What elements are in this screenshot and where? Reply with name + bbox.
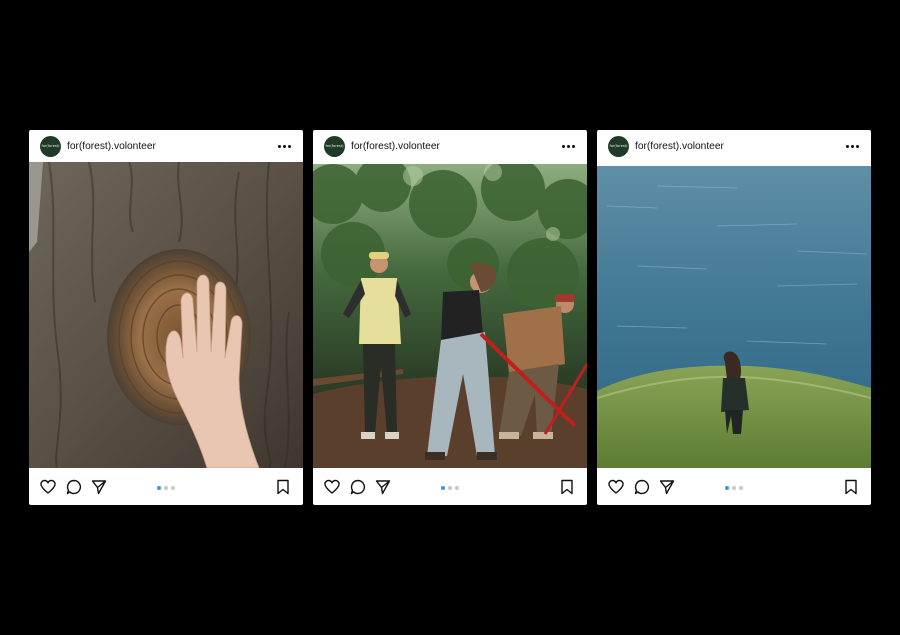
- bookmark-icon[interactable]: [559, 479, 575, 495]
- more-options-icon[interactable]: [278, 141, 291, 151]
- heart-icon[interactable]: [40, 479, 56, 495]
- comment-icon[interactable]: [66, 479, 82, 495]
- post-actions: [313, 469, 587, 505]
- post-card: for(forest) for(forest).volonteer: [29, 130, 303, 505]
- post-photo-sea-cliff[interactable]: [597, 166, 871, 468]
- username[interactable]: for(forest).volonteer: [635, 141, 724, 152]
- share-icon[interactable]: [659, 479, 675, 495]
- username[interactable]: for(forest).volonteer: [351, 141, 440, 152]
- post-header: for(forest) for(forest).volonteer: [597, 130, 871, 162]
- post-photo-tree-bark[interactable]: [29, 162, 303, 468]
- avatar[interactable]: for(forest): [324, 135, 345, 157]
- share-icon[interactable]: [375, 479, 391, 495]
- comment-icon[interactable]: [350, 479, 366, 495]
- post-card: for(forest) for(forest).volonteer: [313, 130, 587, 505]
- more-options-icon[interactable]: [562, 141, 575, 151]
- comment-icon[interactable]: [634, 479, 650, 495]
- heart-icon[interactable]: [608, 479, 624, 495]
- avatar[interactable]: for(forest): [40, 135, 61, 157]
- bookmark-icon[interactable]: [275, 479, 291, 495]
- carousel-indicator: [725, 486, 743, 490]
- heart-icon[interactable]: [324, 479, 340, 495]
- bookmark-icon[interactable]: [843, 479, 859, 495]
- username[interactable]: for(forest).volonteer: [67, 141, 156, 152]
- post-actions: [29, 469, 303, 505]
- more-options-icon[interactable]: [846, 141, 859, 151]
- carousel-indicator: [157, 486, 175, 490]
- post-card: for(forest) for(forest).volonteer: [597, 130, 871, 505]
- share-icon[interactable]: [91, 479, 107, 495]
- post-actions: [597, 469, 871, 505]
- post-photo-volunteers[interactable]: [313, 164, 587, 468]
- carousel-indicator: [441, 486, 459, 490]
- avatar[interactable]: for(forest): [608, 135, 629, 157]
- post-header: for(forest) for(forest).volonteer: [29, 130, 303, 162]
- post-header: for(forest) for(forest).volonteer: [313, 130, 587, 162]
